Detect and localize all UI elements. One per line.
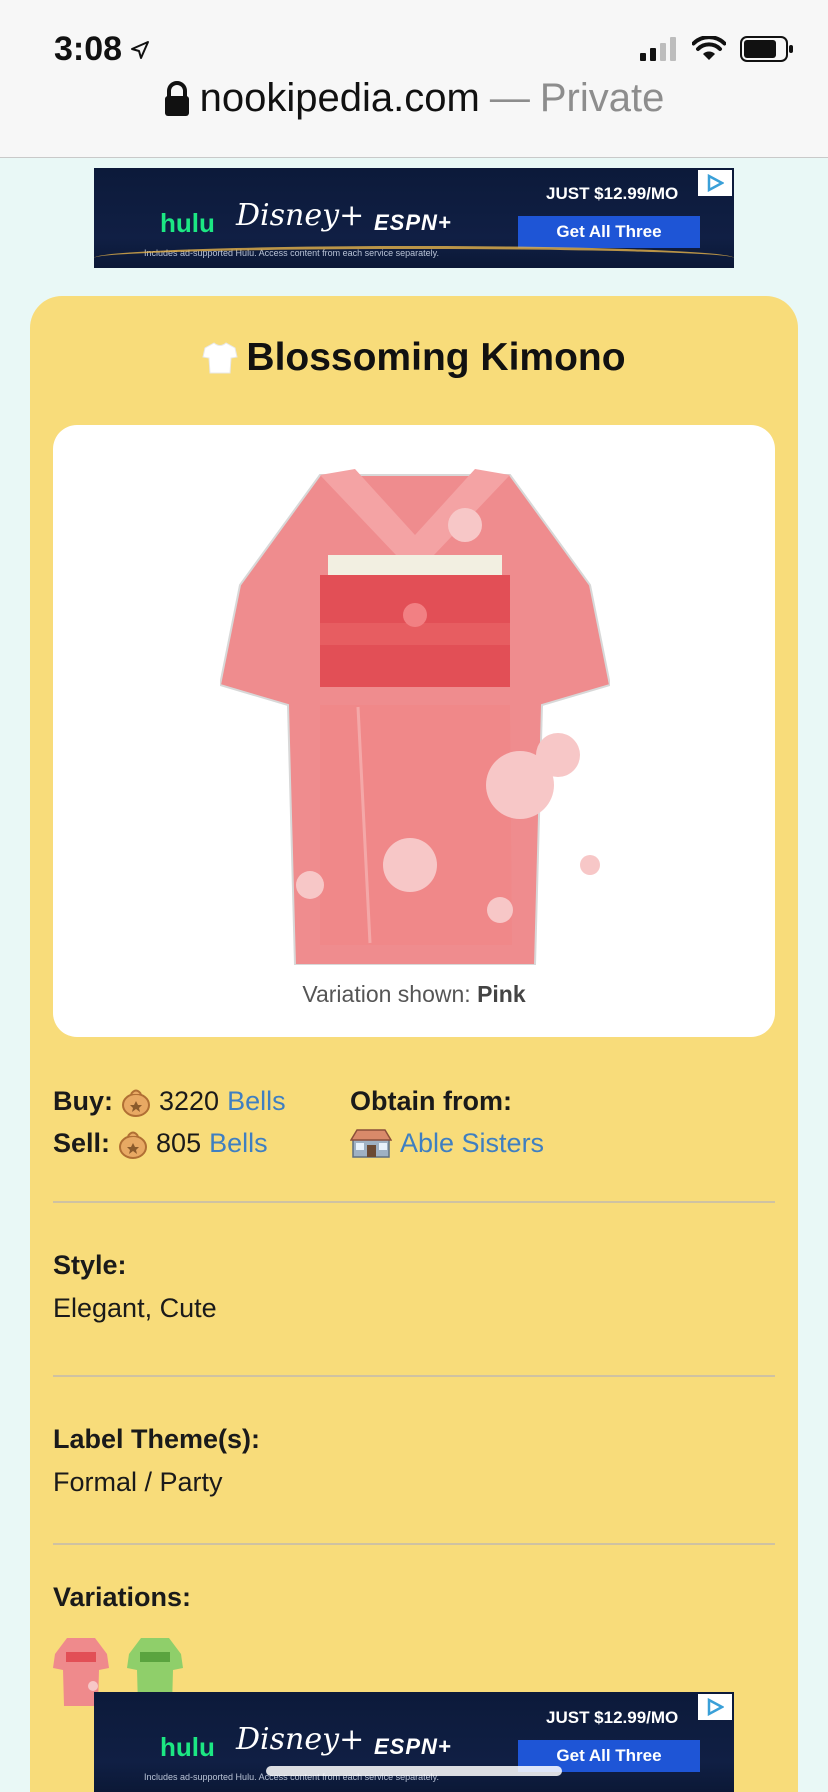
variations-label: Variations: [53,1582,192,1612]
bell-bag-icon [122,1089,150,1117]
style-section: Style: Elegant, Cute [53,1250,775,1324]
variation-caption: Variation shown: Pink [53,981,775,1008]
obtain-block: Obtain from: Able Sisters [350,1080,544,1164]
url-bar[interactable]: nookipedia.com — Private [0,76,828,121]
ad-price: JUST $12.99/MO [546,184,679,203]
ad-disney-logo: Disney+ [236,1722,365,1757]
item-card: Blossoming Kimono Variation shown: Pink [30,296,798,1792]
obtain-source-link[interactable]: Able Sisters [400,1128,544,1159]
private-mode-label: Private [539,76,665,120]
style-label: Style: [53,1250,127,1280]
home-indicator[interactable] [266,1766,562,1776]
obtain-source: Able Sisters [350,1122,544,1164]
variations-section: Variations: [53,1582,775,1625]
style-value: Elegant, Cute [53,1293,217,1323]
url-separator: — [489,76,530,120]
divider [53,1543,775,1545]
adchoices-icon[interactable] [698,170,732,196]
price-block: Buy: 3220 Bells Sell: 805 Bells Obtain f… [53,1080,775,1164]
buy-label: Buy: [53,1085,113,1116]
ad-hulu-logo: hulu [160,208,215,238]
label-theme-label: Label Theme(s): [53,1424,261,1454]
divider [53,1201,775,1203]
cellular-signal-icon [640,37,676,61]
shop-icon [350,1129,392,1158]
ad-espn-logo: ESPN+ [374,210,452,235]
variation-caption-value: Pink [477,981,526,1007]
ad-banner-bottom[interactable]: hulu Disney+ ESPN+ JUST $12.99/MO Get Al… [94,1692,734,1792]
wifi-icon [692,36,726,60]
ad-espn-logo: ESPN+ [374,1734,452,1759]
sell-label: Sell: [53,1127,111,1158]
variation-caption-label: Variation shown: [302,981,471,1007]
battery-icon [740,36,793,62]
status-time-text: 3:08 [54,30,123,68]
url-domain: nookipedia.com [199,76,480,120]
status-icons [640,36,794,62]
ad-price: JUST $12.99/MO [546,1708,679,1727]
kimono-image [220,469,610,965]
adchoices-icon[interactable] [698,1694,732,1720]
buy-value: 3220 [159,1085,220,1116]
ad-cta-button[interactable]: Get All Three [518,216,700,248]
shirt-icon [202,342,239,374]
label-theme-value: Formal / Party [53,1467,223,1497]
ad-hulu-logo: hulu [160,1732,215,1762]
divider [53,1375,775,1377]
sell-value: 805 [156,1127,202,1158]
item-image-box: Variation shown: Pink [53,425,775,1037]
bell-bag-icon [119,1131,148,1159]
ad-banner-top[interactable]: hulu Disney+ ESPN+ JUST $12.99/MO Get Al… [94,168,734,268]
browser-top-bar: 3:08 nookipedia.com — Private [0,0,828,158]
label-theme-section: Label Theme(s): Formal / Party [53,1424,775,1498]
item-title-row: Blossoming Kimono [30,336,798,380]
item-title: Blossoming Kimono [246,336,626,379]
lock-icon [164,80,189,116]
status-time: 3:08 [54,30,150,69]
obtain-label: Obtain from: [350,1085,512,1116]
ad-disney-logo: Disney+ [236,198,365,233]
ad-decorative-arc [94,246,734,268]
buy-bells-link[interactable]: Bells [227,1086,286,1117]
sell-bells-link[interactable]: Bells [209,1128,268,1159]
location-arrow-icon [131,40,150,59]
